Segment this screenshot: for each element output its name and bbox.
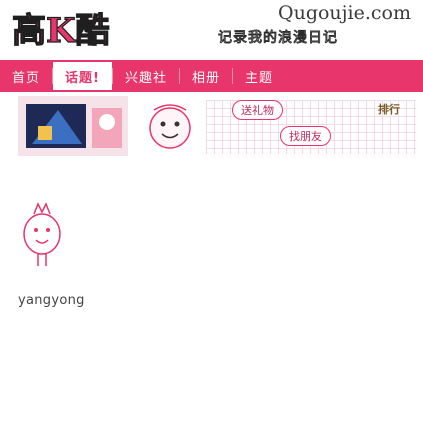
nav-item-topics[interactable]: 话题! xyxy=(53,62,112,90)
main-nav: 首页 话题! 兴趣社 相册 主题 xyxy=(0,60,423,92)
svg-text:记录我的浪漫日记: 记录我的浪漫日记 xyxy=(218,30,338,46)
find-friends-link[interactable]: 找朋友 xyxy=(280,126,331,146)
svg-text:高K酷: 高K酷 xyxy=(12,11,110,50)
nav-item-home[interactable]: 首页 xyxy=(0,60,52,92)
username-label[interactable]: yangyong xyxy=(18,293,85,308)
nav-item-albums[interactable]: 相册 xyxy=(180,60,232,92)
user-avatar-image[interactable] xyxy=(18,96,128,156)
ranking-link[interactable]: 排行 xyxy=(370,100,408,118)
nav-item-themes[interactable]: 主题 xyxy=(233,60,285,92)
site-domain: Qugoujie.com xyxy=(278,2,411,24)
send-gift-link[interactable]: 送礼物 xyxy=(232,100,283,120)
doodle-character-icon xyxy=(23,202,61,266)
profile-banner: 送礼物 找朋友 排行 xyxy=(0,96,423,158)
smiley-face-icon xyxy=(149,104,191,149)
nav-item-interest-club[interactable]: 兴趣社 xyxy=(113,60,179,92)
site-header: 高K酷 Qugoujie.com 记录我的浪漫日记 xyxy=(0,0,423,58)
site-logo-icon[interactable]: 高K酷 xyxy=(10,4,160,50)
site-tagline: 记录我的浪漫日记 xyxy=(218,30,338,46)
